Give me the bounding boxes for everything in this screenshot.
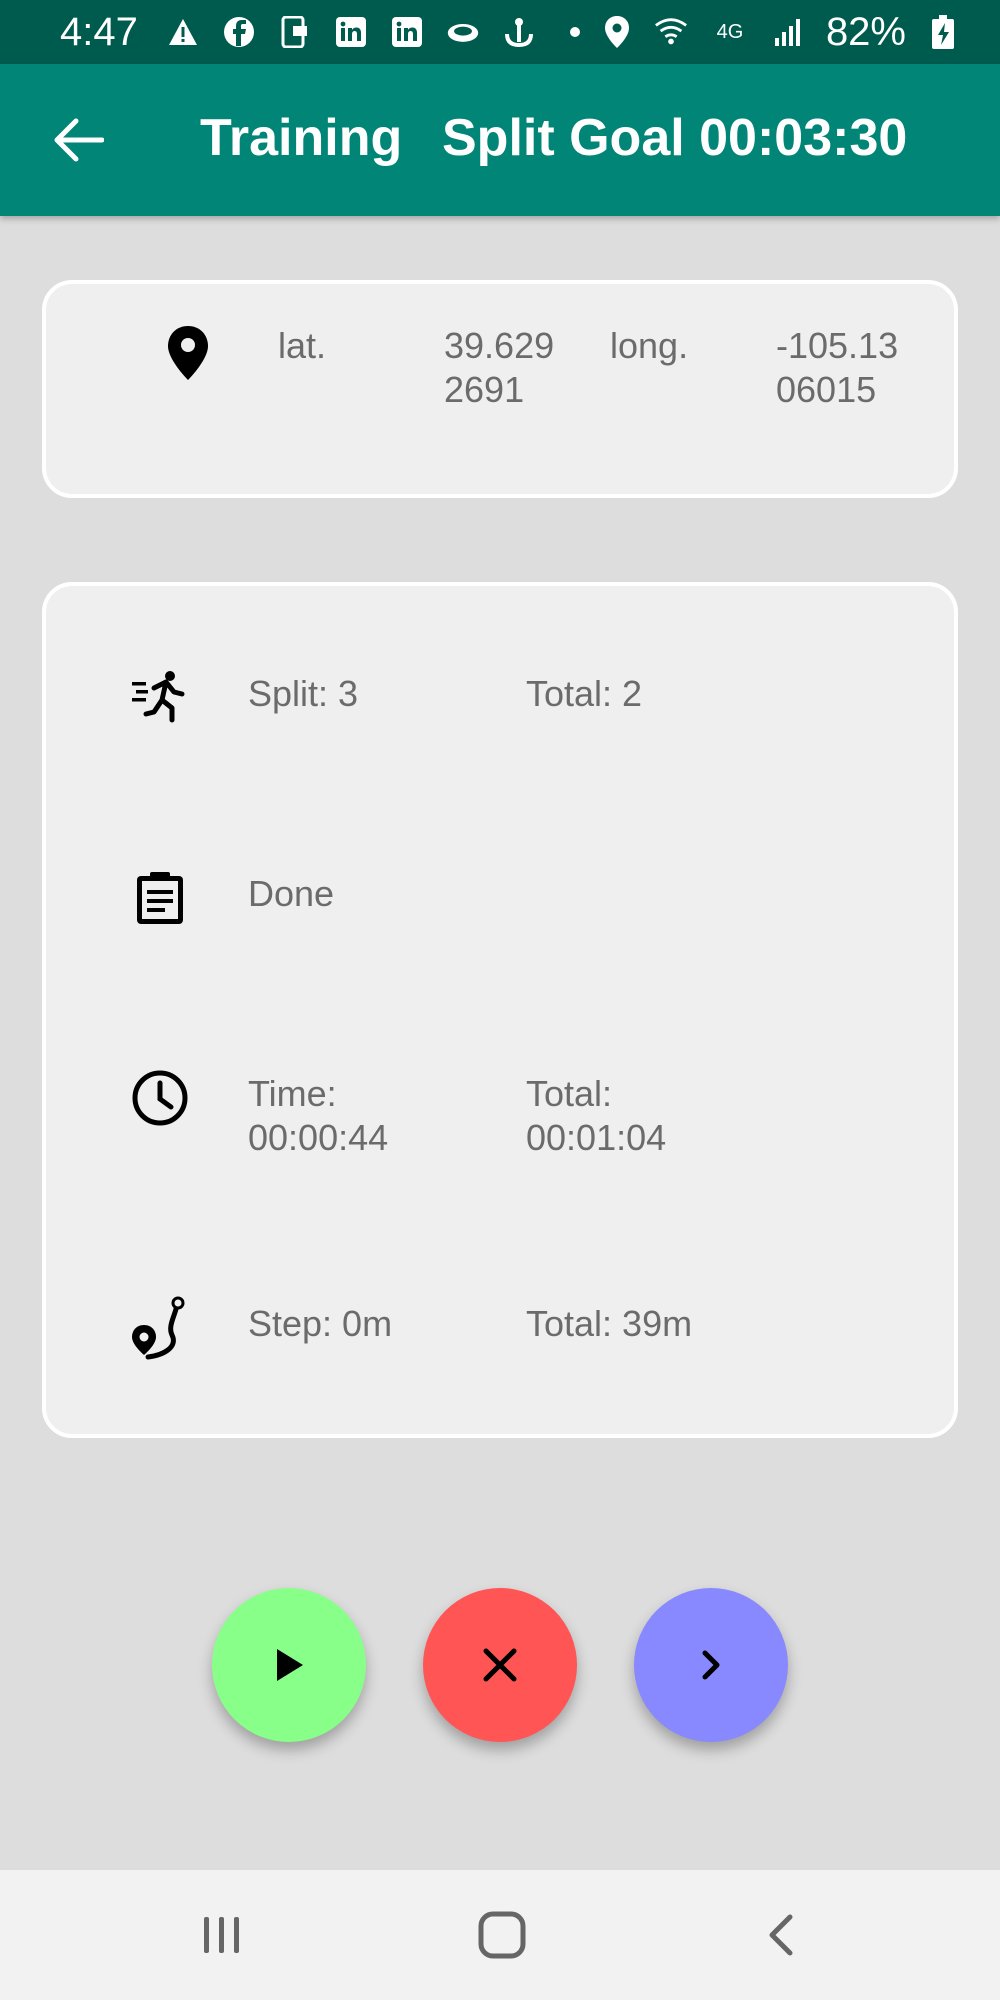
stats-card: Split: 3 Total: 2 Done Time: 00:00:44 To… (42, 582, 958, 1438)
next-button[interactable] (634, 1588, 788, 1742)
split-goal: Split Goal 00:03:30 (442, 109, 908, 167)
recent-apps-button[interactable] (182, 1902, 262, 1968)
phone-id-icon (278, 15, 312, 49)
anchor-icon (502, 15, 536, 49)
chevron-left-icon (769, 1914, 793, 1956)
chevron-right-icon (702, 1650, 720, 1680)
home-button[interactable] (462, 1902, 542, 1968)
clock-icon (128, 1066, 192, 1130)
home-icon (478, 1911, 526, 1959)
time-total-value: 00:01:04 (526, 1117, 667, 1158)
play-button[interactable] (212, 1588, 366, 1742)
lat-label: lat. (278, 325, 327, 366)
linkedin-icon (334, 15, 368, 49)
close-icon (483, 1648, 517, 1682)
time-label: Time: (248, 1073, 337, 1114)
facebook-icon (222, 15, 256, 49)
back-button[interactable] (48, 112, 108, 168)
long-value: -105.1306015 (776, 325, 899, 410)
time-total-label: Total: (526, 1073, 613, 1114)
route-icon (128, 1296, 192, 1360)
dot-icon (558, 15, 592, 49)
running-icon (128, 666, 192, 730)
system-back-button[interactable] (742, 1902, 822, 1968)
status-bar: 4:47 4G 82% (0, 0, 1000, 64)
split-count: Split: 3 (248, 673, 359, 714)
split-total: Total: 2 (526, 673, 643, 714)
play-icon (277, 1649, 303, 1681)
page-title: Training (200, 109, 403, 167)
cloud-icon (446, 15, 480, 49)
arrow-back-icon (54, 118, 104, 162)
cancel-button[interactable] (423, 1588, 577, 1742)
wifi-icon (654, 15, 688, 49)
step-distance: Step: 0m (248, 1303, 393, 1344)
linkedin-icon (390, 15, 424, 49)
status-text: Done (248, 873, 335, 914)
battery-percent: 82% (825, 9, 906, 54)
status-time: 4:47 (60, 9, 138, 54)
location-icon (600, 15, 634, 49)
battery-charging-icon (926, 15, 960, 49)
clipboard-icon (128, 866, 192, 930)
recent-apps-icon (204, 1917, 239, 1953)
signal-icon (772, 15, 806, 49)
location-pin-icon (166, 324, 216, 384)
total-distance: Total: 39m (526, 1303, 693, 1344)
network-type: 4G (716, 20, 744, 43)
location-card: lat. 39.6292691 long. -105.1306015 (42, 280, 958, 498)
time-total: Total: 00:01:04 (526, 1072, 746, 1160)
alert-icon (166, 15, 200, 49)
app-bar: Training Split Goal 00:03:30 (0, 64, 1000, 216)
long-label: long. (610, 325, 689, 366)
system-nav-bar (0, 1870, 1000, 2000)
lat-value: 39.6292691 (444, 325, 555, 410)
time-value: 00:00:44 (248, 1117, 389, 1158)
time-elapsed: Time: 00:00:44 (248, 1072, 468, 1160)
